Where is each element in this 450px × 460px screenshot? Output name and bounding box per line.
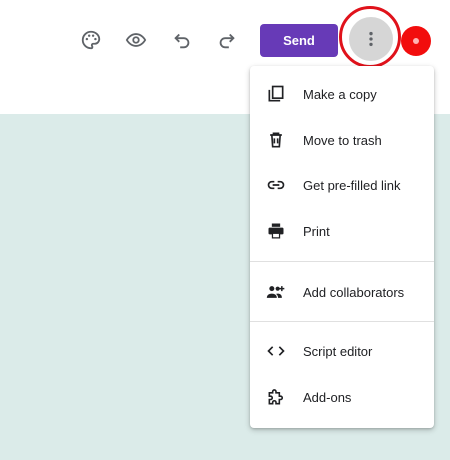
link-icon	[266, 175, 286, 195]
copy-icon	[266, 84, 286, 104]
menu-item-label: Print	[303, 223, 330, 239]
menu-item-label: Script editor	[303, 343, 373, 359]
code-icon	[266, 341, 286, 361]
menu-item-label: Make a copy	[303, 86, 377, 102]
eye-icon[interactable]	[124, 28, 148, 52]
print-icon	[266, 221, 286, 241]
menu-item-add-ons[interactable]: Add-ons	[250, 375, 434, 419]
menu-item-make-a-copy[interactable]: Make a copy	[250, 72, 434, 116]
menu-item-label: Add-ons	[303, 389, 352, 405]
more-options-menu: Make a copy Move to trash Get pre-filled…	[250, 66, 434, 428]
menu-item-move-to-trash[interactable]: Move to trash	[250, 118, 434, 162]
avatar-dot	[413, 38, 419, 44]
undo-icon[interactable]	[170, 28, 194, 52]
menu-divider	[250, 321, 434, 322]
send-button[interactable]: Send	[260, 24, 338, 57]
trash-icon	[266, 130, 286, 150]
menu-item-label: Get pre-filled link	[303, 177, 401, 193]
menu-divider	[250, 261, 434, 262]
menu-item-get-pre-filled-link[interactable]: Get pre-filled link	[250, 163, 434, 207]
menu-item-print[interactable]: Print	[250, 209, 434, 253]
puzzle-icon	[266, 387, 286, 407]
menu-item-label: Add collaborators	[303, 284, 405, 300]
add-people-icon	[266, 282, 286, 302]
menu-item-label: Move to trash	[303, 132, 382, 148]
menu-item-add-collaborators[interactable]: Add collaborators	[250, 270, 434, 314]
highlight-ring	[339, 6, 401, 68]
redo-icon[interactable]	[215, 28, 239, 52]
menu-item-script-editor[interactable]: Script editor	[250, 329, 434, 373]
avatar[interactable]	[401, 26, 431, 56]
palette-icon[interactable]	[79, 28, 103, 52]
